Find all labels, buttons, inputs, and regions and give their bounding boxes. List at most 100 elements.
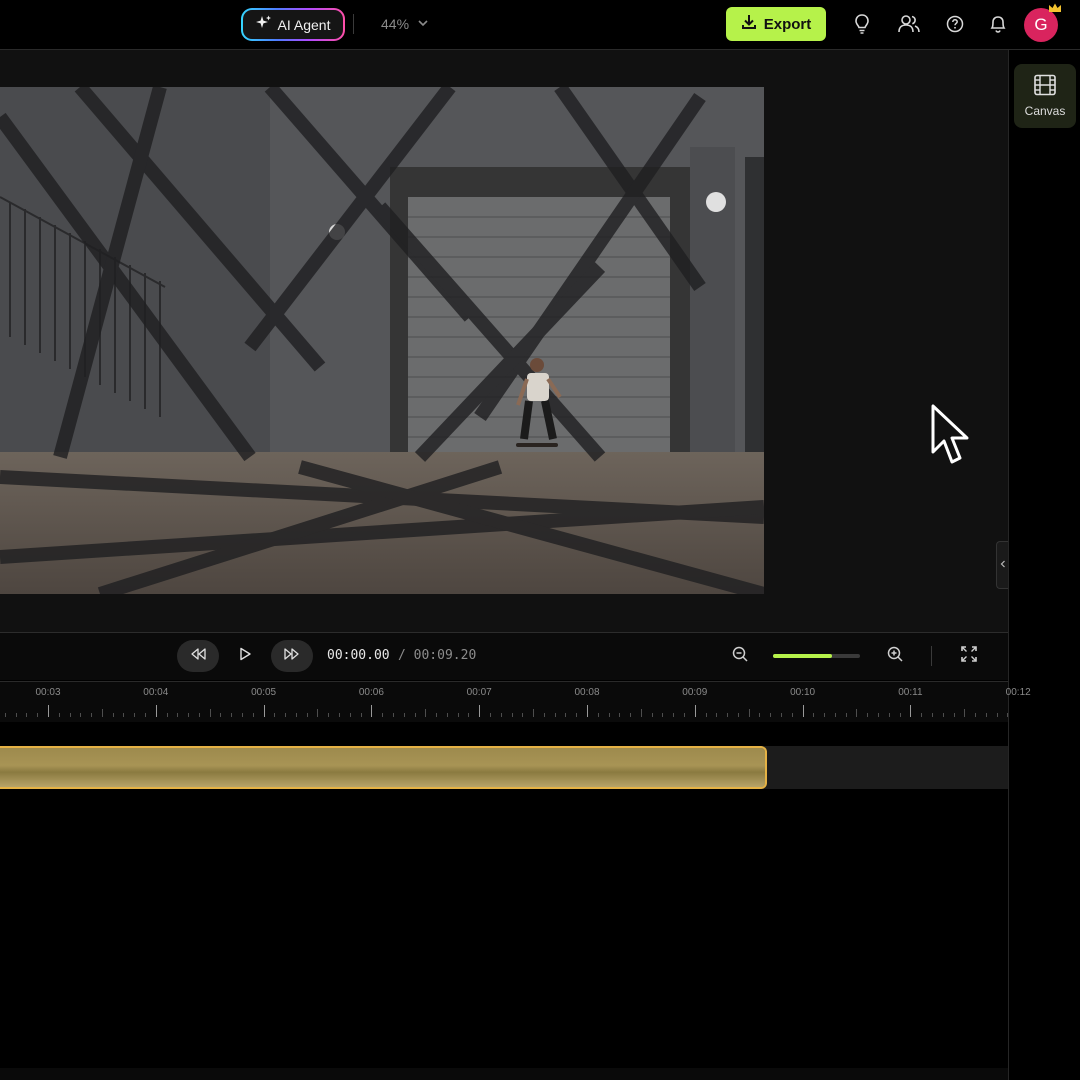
tab-canvas[interactable]: Canvas — [1014, 64, 1076, 128]
ruler-tick — [361, 713, 362, 717]
collapse-panel-handle[interactable] — [996, 541, 1008, 589]
clip-thumbnail — [77, 748, 155, 787]
ruler-tick — [80, 713, 81, 717]
ruler-tick — [630, 713, 631, 717]
ruler-tick — [673, 713, 674, 717]
ruler-tick — [512, 713, 513, 717]
ruler-tick — [253, 713, 254, 717]
clip-thumbnail — [0, 748, 78, 787]
ruler-label: 00:06 — [358, 687, 384, 698]
clip-thumbnail — [539, 748, 617, 787]
ruler-tick — [134, 713, 135, 717]
ruler-tick — [824, 713, 825, 717]
bell-icon[interactable] — [986, 12, 1010, 36]
ruler-tick — [145, 713, 146, 717]
clip-thumbnail — [308, 748, 386, 787]
timeline-zoom-slider[interactable] — [773, 654, 860, 658]
ruler-tick — [716, 713, 717, 717]
ruler-tick — [932, 713, 933, 717]
ruler-tick — [975, 713, 976, 717]
ruler-tick — [770, 713, 771, 717]
ruler-tick — [242, 713, 243, 717]
ruler-tick — [856, 709, 857, 717]
ruler-tick — [231, 713, 232, 717]
rewind-icon — [190, 647, 206, 665]
help-icon[interactable] — [943, 12, 967, 36]
fullscreen-icon — [961, 645, 977, 667]
lightbulb-icon[interactable] — [850, 12, 874, 36]
clip-thumbnail — [231, 748, 309, 787]
fullscreen-button[interactable] — [960, 645, 978, 667]
ruler-tick — [177, 713, 178, 717]
ruler-tick — [264, 705, 265, 717]
timeline-zoom-fill — [773, 654, 833, 658]
zoom-out-button[interactable] — [731, 646, 749, 667]
ruler-tick — [1007, 713, 1008, 717]
ruler-tick — [565, 713, 566, 717]
users-icon[interactable] — [897, 12, 921, 36]
top-bar: AI Agent 44% Export G — [0, 0, 1080, 50]
zoom-out-icon — [732, 646, 748, 667]
canvas-label: Canvas — [1024, 104, 1066, 118]
ruler-tick — [867, 713, 868, 717]
ruler-tick — [662, 713, 663, 717]
clip-thumbnail — [385, 748, 463, 787]
ruler-tick — [921, 713, 922, 717]
ruler-tick — [695, 705, 696, 717]
ruler-tick — [16, 713, 17, 717]
ruler-tick — [576, 713, 577, 717]
ruler-tick — [167, 713, 168, 717]
ruler-tick — [307, 713, 308, 717]
ruler-tick — [910, 705, 911, 717]
video-preview[interactable] — [0, 87, 764, 594]
ruler-label: 00:04 — [143, 687, 169, 698]
clip-thumbnail — [616, 748, 694, 787]
zoom-in-button[interactable] — [886, 646, 904, 665]
download-icon — [741, 14, 757, 34]
ruler-tick — [889, 713, 890, 717]
ai-agent-button[interactable]: AI Agent — [241, 8, 345, 41]
ruler-tick — [415, 713, 416, 717]
current-time: 00:00.00 — [327, 648, 390, 663]
ruler-tick — [220, 713, 221, 717]
rewind-button[interactable] — [177, 640, 219, 672]
ruler-tick — [285, 713, 286, 717]
play-button[interactable] — [229, 640, 261, 672]
play-icon — [238, 647, 252, 666]
ruler-tick — [641, 709, 642, 717]
ruler-tick — [878, 713, 879, 717]
chevron-down-icon — [417, 16, 429, 32]
video-clip[interactable] — [0, 746, 767, 789]
export-button[interactable]: Export — [726, 7, 826, 41]
ruler-label: 00:10 — [790, 687, 816, 698]
ruler-label: 00:03 — [35, 687, 61, 698]
ruler-tick — [458, 713, 459, 717]
ruler-label: 00:07 — [466, 687, 492, 698]
ruler-label: 00:12 — [1005, 687, 1031, 698]
ruler-tick — [555, 713, 556, 717]
ruler-tick — [803, 705, 804, 717]
total-time: / 00:09.20 — [398, 648, 477, 663]
ruler-label: 00:05 — [251, 687, 277, 698]
mouse-cursor-icon — [931, 404, 969, 464]
divider — [353, 14, 354, 34]
ruler-tick — [468, 713, 469, 717]
zoom-value: 44% — [381, 16, 410, 32]
fast-forward-button[interactable] — [271, 640, 313, 672]
ruler-tick — [156, 705, 157, 717]
ruler-tick — [749, 709, 750, 717]
ruler-tick — [792, 713, 793, 717]
ruler-tick — [544, 713, 545, 717]
ruler-tick — [436, 713, 437, 717]
clip-thumbnail — [154, 748, 232, 787]
ruler-tick — [598, 713, 599, 717]
ruler-tick — [813, 713, 814, 717]
avatar[interactable]: G — [1024, 8, 1058, 42]
ruler-tick — [371, 705, 372, 717]
zoom-dropdown[interactable]: 44% — [381, 13, 429, 35]
bottom-scrollbar[interactable] — [0, 1068, 1008, 1080]
ruler-tick — [91, 713, 92, 717]
divider — [931, 646, 932, 666]
timeline-ruler[interactable]: 00:03 00:04 00:05 00:06 00:07 00:08 00:09 00:10… — [0, 681, 1031, 722]
crown-icon — [1049, 3, 1061, 12]
